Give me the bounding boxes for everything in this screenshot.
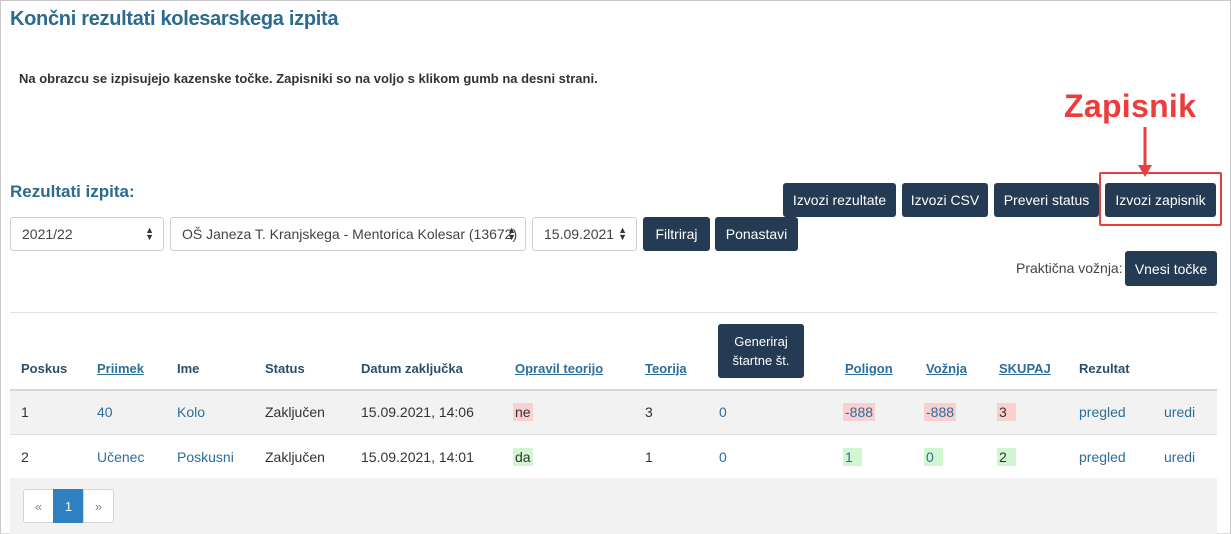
annotation-label: Zapisnik xyxy=(1064,88,1197,124)
reset-button[interactable]: Ponastavi xyxy=(715,217,798,251)
cell-poligon-link[interactable]: -888 xyxy=(843,403,876,421)
header-voznja-sort[interactable]: Vožnja xyxy=(926,361,967,376)
edit-link[interactable]: uredi xyxy=(1164,449,1195,465)
filter-button[interactable]: Filtriraj xyxy=(643,217,710,251)
header-poligon-sort[interactable]: Poligon xyxy=(845,361,893,376)
cell-startna-link[interactable]: 0 xyxy=(719,404,727,420)
results-section-title: Rezultati izpita: xyxy=(10,182,135,201)
select-arrows-icon: ▲ ▼ xyxy=(145,225,154,242)
cell-voznja-link[interactable]: -888 xyxy=(924,403,957,421)
cell-startna-link[interactable]: 0 xyxy=(719,449,727,465)
header-teorija-sort[interactable]: Teorija xyxy=(645,361,687,376)
export-results-button[interactable]: Izvozi rezultate xyxy=(783,183,896,217)
cell-poskus: 1 xyxy=(21,404,29,420)
school-select[interactable]: OŠ Janeza T. Kranjskega - Mentorica Kole… xyxy=(170,217,526,251)
pagination-prev-button[interactable]: « xyxy=(23,489,54,523)
page-title: Končni rezultati kolesarskega izpita xyxy=(10,8,339,30)
cell-teorija: 3 xyxy=(645,404,653,420)
edit-link[interactable]: uredi xyxy=(1164,404,1195,420)
header-ime: Ime xyxy=(177,361,200,376)
cell-skupaj: 2 xyxy=(997,448,1016,466)
header-priimek-sort[interactable]: Priimek xyxy=(97,361,144,376)
year-select-value: 2021/22 xyxy=(22,226,73,242)
cell-opravil: ne xyxy=(513,403,533,421)
check-status-button[interactable]: Preveri status xyxy=(994,183,1099,217)
select-arrows-icon: ▲ ▼ xyxy=(507,225,516,242)
cell-poskus: 2 xyxy=(21,449,29,465)
cell-priimek-link[interactable]: Učenec xyxy=(97,449,144,465)
intro-text: Na obrazcu se izpisujejo kazenske točke.… xyxy=(19,71,598,86)
pagination-area xyxy=(10,478,1217,534)
cell-voznja-link[interactable]: 0 xyxy=(924,448,943,466)
header-opravil-sort[interactable]: Opravil teorijo xyxy=(515,361,603,376)
cell-skupaj: 3 xyxy=(997,403,1016,421)
cell-poligon-link[interactable]: 1 xyxy=(843,448,862,466)
school-select-value: OŠ Janeza T. Kranjskega - Mentorica Kole… xyxy=(182,226,518,242)
header-datum: Datum zaključka xyxy=(361,361,463,376)
cell-priimek-link[interactable]: 40 xyxy=(97,404,113,420)
generate-start-numbers-button[interactable]: Generiraj štartne št. xyxy=(718,324,804,378)
section-divider xyxy=(10,312,1217,313)
cell-ime-link[interactable]: Poskusni xyxy=(177,449,234,465)
practical-drive-label: Praktična vožnja: xyxy=(1016,260,1123,276)
cell-rezultat-link[interactable]: pregled xyxy=(1079,449,1126,465)
cell-status: Zaključen xyxy=(265,449,325,465)
year-select[interactable]: 2021/22 ▲ ▼ xyxy=(10,217,164,251)
cell-rezultat-link[interactable]: pregled xyxy=(1079,404,1126,420)
header-poskus: Poskus xyxy=(21,361,68,376)
date-select-value: 15.09.2021 xyxy=(544,226,615,242)
export-csv-button[interactable]: Izvozi CSV xyxy=(902,183,988,217)
header-skupaj-sort[interactable]: SKUPAJ xyxy=(999,361,1051,376)
cell-datum: 15.09.2021, 14:01 xyxy=(361,449,474,465)
cell-opravil: da xyxy=(513,448,533,466)
header-status: Status xyxy=(265,361,305,376)
header-rezultat: Rezultat xyxy=(1079,361,1130,376)
cell-datum: 15.09.2021, 14:06 xyxy=(361,404,474,420)
select-arrows-icon: ▲ ▼ xyxy=(618,225,627,242)
annotation-highlight-box xyxy=(1099,172,1222,226)
enter-points-button[interactable]: Vnesi točke xyxy=(1125,251,1217,286)
pagination-next-button[interactable]: » xyxy=(83,489,114,523)
cell-ime-link[interactable]: Kolo xyxy=(177,404,205,420)
cell-status: Zaključen xyxy=(265,404,325,420)
date-select[interactable]: 15.09.2021 ▲ ▼ xyxy=(532,217,637,251)
pagination-page-1[interactable]: 1 xyxy=(53,489,84,523)
cell-teorija: 1 xyxy=(645,449,653,465)
pagination: « 1 » xyxy=(23,489,114,523)
